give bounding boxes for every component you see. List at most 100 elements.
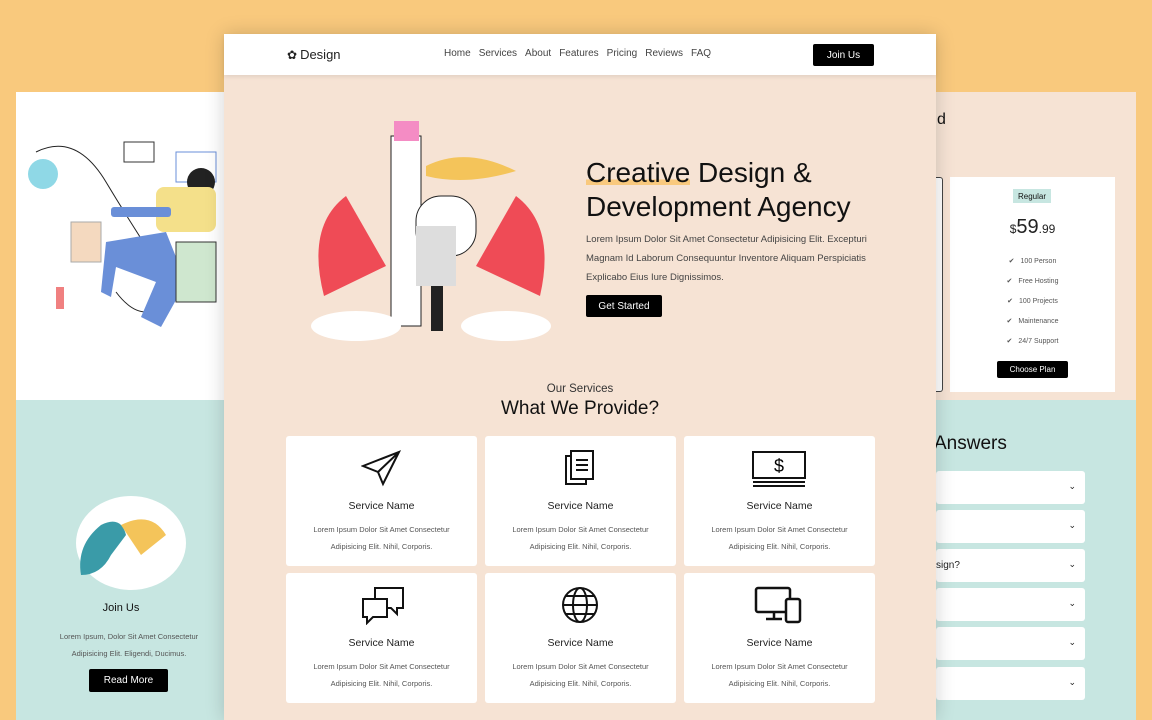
nav-menu: Home Services About Features Pricing Rev… [444, 48, 711, 59]
feature-label: Maintenance [1018, 317, 1059, 325]
faq-item[interactable]: ⌄ [936, 510, 1085, 543]
nav-about[interactable]: About [525, 48, 551, 59]
service-desc-line: Adipisicing Elit. Nihil, Corporis. [330, 679, 433, 688]
chevron-down-icon: ⌄ [1068, 598, 1076, 608]
faq-heading: Answers [934, 433, 1007, 454]
paper-plane-icon [361, 450, 401, 487]
services-subtitle: Our Services [546, 383, 614, 395]
join-us-section: Join Us Lorem Ipsum, Dolor Sit Amet Cons… [16, 400, 226, 720]
flower-icon: ✿ [287, 47, 298, 62]
nav-faq[interactable]: FAQ [691, 48, 711, 59]
plan-feature: ✔ 100 Projects [950, 297, 1115, 306]
faq-item[interactable]: sign? ⌄ [936, 549, 1085, 582]
join-us-text-line: Adipisicing Elit. Eligendi, Ducimus. [71, 649, 187, 658]
read-more-button[interactable]: Read More [89, 669, 168, 692]
faq-item[interactable]: ⌄ [936, 471, 1085, 504]
nav-pricing[interactable]: Pricing [607, 48, 638, 59]
chat-icon [362, 587, 404, 625]
plan-feature: ✔ 100 Person [950, 257, 1115, 266]
hero-title-highlight: Creative [586, 157, 691, 188]
plan-feature: ✔ 24/7 Support [950, 337, 1115, 346]
service-desc-line: Lorem Ipsum Dolor Sit Amet Consectetur [313, 662, 450, 671]
service-description: Lorem Ipsum Dolor Sit Amet Consectetur Ad… [485, 658, 676, 692]
feature-label: 24/7 Support [1018, 337, 1059, 345]
service-name: Service Name [547, 500, 614, 512]
service-card[interactable]: Service Name Lorem Ipsum Dolor Sit Amet … [684, 573, 875, 703]
join-us-title: Join Us [102, 602, 140, 614]
chevron-down-icon: ⌄ [1068, 637, 1076, 647]
service-name: Service Name [547, 637, 614, 649]
service-card[interactable]: Service Name Lorem Ipsum Dolor Sit Amet … [485, 436, 676, 566]
service-card[interactable]: Service Name Lorem Ipsum Dolor Sit Amet … [485, 573, 676, 703]
logo[interactable]: ✿ Design [287, 47, 341, 62]
service-desc-line: Adipisicing Elit. Nihil, Corporis. [728, 679, 831, 688]
faq-question: sign? [936, 560, 960, 571]
logo-text: Design [300, 47, 341, 62]
hero-illustration [311, 121, 551, 341]
service-card[interactable]: $ Service Name Lorem Ipsum Dolor Sit Ame… [684, 436, 875, 566]
service-name: Service Name [348, 637, 415, 649]
check-icon: ✔ [1006, 338, 1013, 345]
service-name: Service Name [746, 637, 813, 649]
service-description: Lorem Ipsum Dolor Sit Amet Consectetur Ad… [684, 658, 875, 692]
nav-services[interactable]: Services [479, 48, 517, 59]
navbar: ✿ Design Home Services About Features Pr… [224, 34, 936, 75]
service-desc-line: Adipisicing Elit. Nihil, Corporis. [330, 542, 433, 551]
faq-item[interactable]: ⌄ [936, 627, 1085, 660]
money-icon: $ [752, 451, 806, 487]
svg-text:$: $ [774, 456, 784, 476]
plan-feature: ✔ Maintenance [950, 317, 1115, 326]
price-main: 59 [1016, 216, 1039, 238]
left-preview-illustration-panel [16, 92, 226, 400]
join-us-text-line: Lorem Ipsum, Dolor Sit Amet Consectetur [59, 632, 199, 641]
feature-label: 100 Person [1020, 257, 1057, 265]
nav-home[interactable]: Home [444, 48, 471, 59]
service-desc-line: Lorem Ipsum Dolor Sit Amet Consectetur [512, 525, 649, 534]
service-desc-line: Adipisicing Elit. Nihil, Corporis. [529, 679, 632, 688]
join-us-illustration [76, 496, 186, 590]
faq-item[interactable]: ⌄ [936, 667, 1085, 700]
feature-label: Free Hosting [1018, 277, 1059, 285]
person-illustration [28, 141, 217, 327]
service-desc-line: Adipisicing Elit. Nihil, Corporis. [728, 542, 831, 551]
hero-description: Lorem Ipsum Dolor Sit Amet Consectetur A… [586, 234, 867, 283]
service-desc-line: Adipisicing Elit. Nihil, Corporis. [529, 542, 632, 551]
service-card[interactable]: Service Name Lorem Ipsum Dolor Sit Amet … [286, 436, 477, 566]
service-description: Lorem Ipsum Dolor Sit Amet Consectetur Ad… [286, 521, 477, 555]
hero-title-rest: Design & [690, 157, 812, 188]
chevron-down-icon: ⌄ [1068, 520, 1076, 530]
hero-title: Creative Design & Development Agency [586, 156, 886, 224]
globe-icon [562, 587, 598, 623]
join-us-text: Lorem Ipsum, Dolor Sit Amet Consectetur … [16, 628, 242, 662]
faq-item[interactable]: ⌄ [936, 588, 1085, 621]
service-description: Lorem Ipsum Dolor Sit Amet Consectetur Ad… [286, 658, 477, 692]
check-icon: ✔ [1007, 298, 1013, 305]
service-desc-line: Lorem Ipsum Dolor Sit Amet Consectetur [711, 525, 848, 534]
nav-reviews[interactable]: Reviews [645, 48, 683, 59]
service-card[interactable]: Service Name Lorem Ipsum Dolor Sit Amet … [286, 573, 477, 703]
check-icon: ✔ [1006, 278, 1013, 285]
feature-label: 100 Projects [1018, 297, 1058, 305]
join-us-button[interactable]: Join Us [813, 44, 874, 66]
service-name: Service Name [746, 500, 813, 512]
service-description: Lorem Ipsum Dolor Sit Amet Consectetur Ad… [684, 521, 875, 555]
services-title: What We Provide? [500, 398, 660, 419]
choose-plan-button[interactable]: Choose Plan [997, 361, 1068, 378]
service-desc-line: Lorem Ipsum Dolor Sit Amet Consectetur [313, 525, 450, 534]
nav-features[interactable]: Features [559, 48, 598, 59]
get-started-button[interactable]: Get Started [586, 295, 662, 317]
plan-price: $59.99 [950, 216, 1115, 239]
check-icon: ✔ [1008, 258, 1015, 265]
main-page-preview: ✿ Design Home Services About Features Pr… [224, 34, 936, 720]
pricing-card-regular: Regular $59.99 ✔ 100 Person ✔ Free Hosting… [950, 177, 1115, 392]
price-cents: .99 [1038, 222, 1056, 236]
chevron-down-icon: ⌄ [1068, 559, 1076, 569]
plan-feature: ✔ Free Hosting [950, 277, 1115, 286]
hero-title-line2: Development Agency [586, 191, 851, 222]
service-desc-line: Lorem Ipsum Dolor Sit Amet Consectetur [512, 662, 649, 671]
chevron-down-icon: ⌄ [1068, 677, 1076, 687]
service-name: Service Name [348, 500, 415, 512]
service-desc-line: Lorem Ipsum Dolor Sit Amet Consectetur [711, 662, 848, 671]
chevron-down-icon: ⌄ [1068, 481, 1076, 491]
check-icon: ✔ [1006, 318, 1013, 325]
